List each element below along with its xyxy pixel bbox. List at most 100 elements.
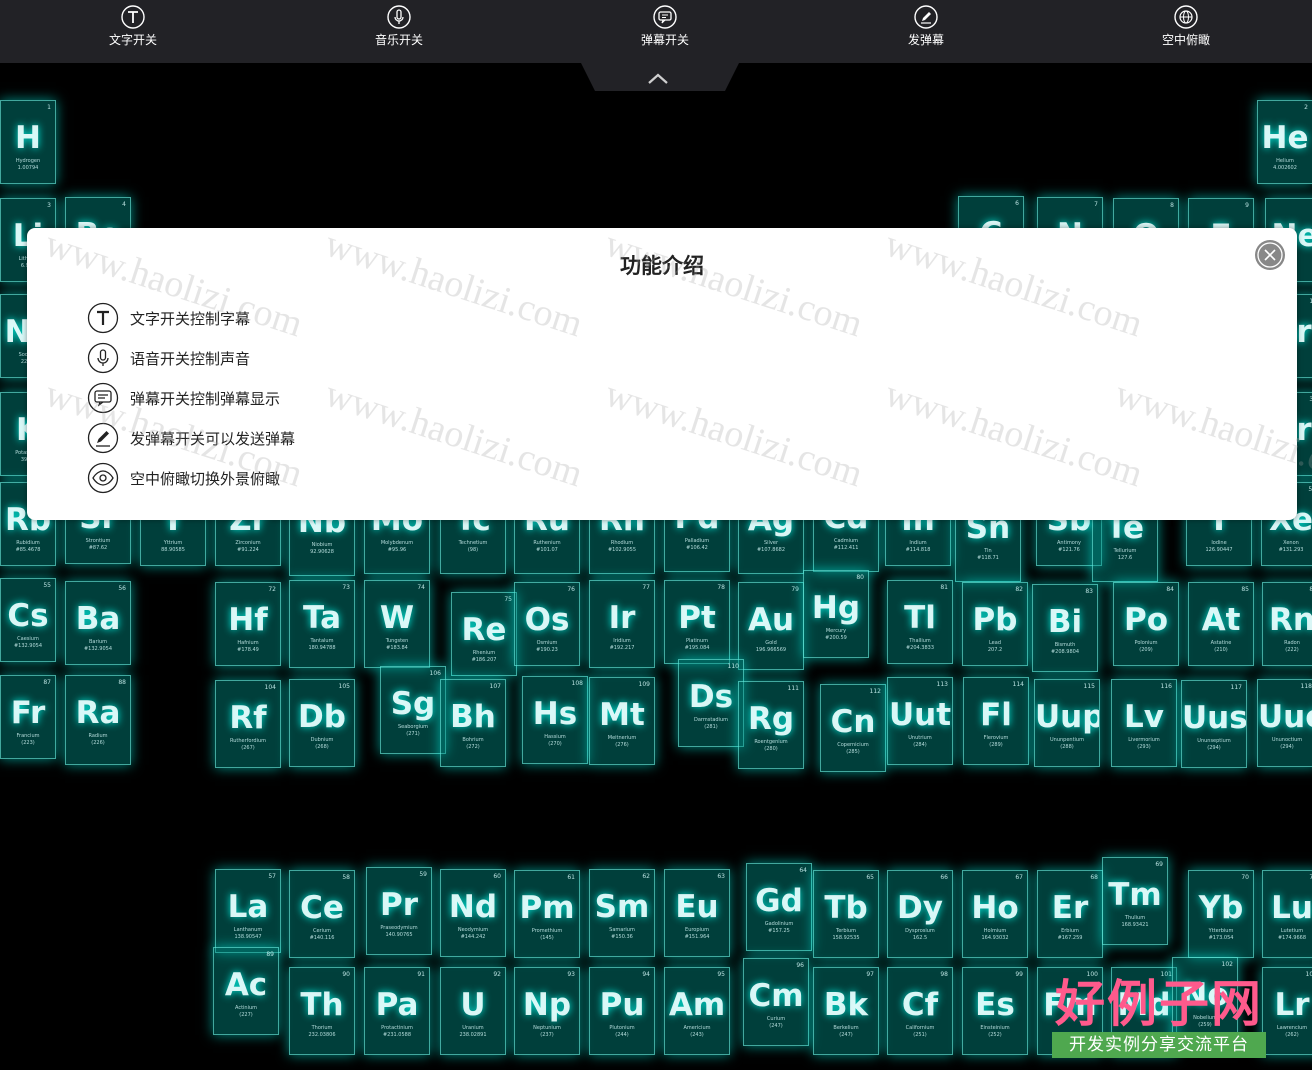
element-tile[interactable]: 86RnRadon(222) (1262, 582, 1312, 666)
element-name: Americium (683, 1025, 711, 1031)
element-tile[interactable]: 97 Bk Berkelium (247) (813, 967, 879, 1055)
element-tile[interactable]: 93 Np Neptunium (237) (514, 967, 580, 1055)
element-tile[interactable]: 108 Hs Hassium (270) (522, 676, 588, 764)
element-tile[interactable]: 84 Po Polonium (209) (1113, 582, 1179, 666)
element-name: Technetium (458, 540, 488, 546)
element-weight: (267) (241, 745, 255, 751)
element-tile[interactable]: 98 Cf Californium (251) (887, 967, 953, 1055)
element-tile[interactable]: 103 Lr Lawrencium(262) (1262, 967, 1312, 1055)
element-tile[interactable]: 76 Os Osmium #190.23 (514, 582, 580, 666)
element-tile[interactable]: 55 Cs Caesium #132.9054 (0, 578, 56, 662)
element-tile[interactable]: 106 Sg Seaborgium (271) (380, 666, 446, 754)
element-tile[interactable]: 69 Tm Thulium 168.93421 (1102, 857, 1168, 945)
danmaku-toggle-button[interactable]: 弹幕开关 (620, 4, 710, 48)
element-tile[interactable]: 64 Gd Gadolinium #157.25 (746, 863, 812, 951)
element-tile[interactable]: 73 Ta Tantalum 180.94788 (289, 580, 355, 668)
element-tile[interactable]: 1 H Hydrogen 1.00794 (0, 100, 56, 184)
element-tile[interactable]: 94 Pu Plutonium (244) (589, 967, 655, 1055)
aerial-view-button[interactable]: 空中俯瞰 (1141, 4, 1231, 48)
element-tile[interactable]: 77 Ir Iridium #192.217 (589, 580, 655, 668)
element-name: Seaborgium (397, 724, 429, 730)
element-weight: (237) (540, 1032, 554, 1038)
element-weight: (209) (1139, 647, 1153, 653)
element-tile[interactable]: 117 Uus Ununseptium (294) (1181, 680, 1247, 768)
element-tile[interactable]: 90 Th Thorium 232.03806 (289, 967, 355, 1055)
element-number: 96 (796, 962, 804, 969)
feature-text: 语音开关控制声音 (130, 349, 251, 368)
element-tile[interactable]: 95 Am Americium (243) (664, 967, 730, 1055)
pencil-icon (914, 5, 938, 29)
element-tile[interactable]: 111 Rg Roentgenium (280) (738, 681, 804, 769)
element-tile[interactable]: 75 Re Rhenium #186.207 (451, 592, 517, 676)
element-name: Iodine (1211, 540, 1227, 546)
element-tile[interactable]: 60 Nd Neodymium #144.242 (440, 869, 506, 957)
element-number: 83 (1085, 588, 1093, 595)
element-symbol: Uut (888, 697, 952, 733)
element-tile[interactable]: 65 Tb Terbium 158.92535 (813, 870, 879, 958)
element-symbol: Am (668, 987, 726, 1023)
element-tile[interactable]: 68 Er Erbium #167.259 (1037, 870, 1103, 958)
element-tile[interactable]: 107 Bh Bohrium (272) (440, 679, 506, 767)
element-weight: 180.94788 (308, 645, 336, 651)
element-name: Lawrencium (1276, 1025, 1308, 1031)
close-button[interactable] (1255, 240, 1285, 270)
element-tile[interactable]: 104 Rf Rutherfordium (267) (215, 680, 281, 768)
element-tile[interactable]: 88 Ra Radium (226) (65, 675, 131, 765)
element-tile[interactable]: 59 Pr Praseodymium 140.90765 (366, 867, 432, 955)
element-tile[interactable]: 79 Au Gold 196.966569 (738, 582, 804, 670)
element-tile[interactable]: 96 Cm Curium (247) (743, 958, 809, 1046)
element-name: Einsteinium (980, 1025, 1010, 1031)
element-tile[interactable]: 89 Ac Actinium (227) (213, 947, 279, 1035)
element-weight: (243) (690, 1032, 704, 1038)
send-danmaku-button[interactable]: 发弹幕 (881, 4, 971, 48)
element-tile[interactable]: 85 At Astatine (210) (1188, 582, 1254, 666)
element-tile[interactable]: 72 Hf Hafnium #178.49 (215, 582, 281, 666)
danmaku-toggle-label: 弹幕开关 (640, 33, 689, 47)
element-tile[interactable]: 116 Lv Livermorium (293) (1111, 679, 1177, 767)
element-number: 79 (791, 586, 799, 593)
element-tile[interactable]: 87 Fr Francium (223) (0, 675, 56, 759)
element-tile[interactable]: 62 Sm Samarium #150.36 (589, 869, 655, 957)
element-number: 81 (940, 584, 948, 591)
element-symbol: Lv (1124, 699, 1164, 735)
element-tile[interactable]: 58 Ce Cerium #140.116 (289, 870, 355, 958)
element-tile[interactable]: 80 Hg Mercury #200.59 (803, 570, 869, 658)
element-tile[interactable]: 61 Pm Promethium (145) (514, 870, 580, 958)
element-tile[interactable]: 67 Ho Holmium 164.93032 (962, 870, 1028, 958)
element-tile[interactable]: 83 Bi Bismuth #208.9804 (1032, 584, 1098, 672)
element-tile[interactable]: 110 Ds Darmstadium (281) (678, 659, 744, 747)
music-toggle-button[interactable]: 音乐开关 (354, 4, 444, 48)
element-tile[interactable]: 99 Es Einsteinium (252) (962, 967, 1028, 1055)
eye-icon (87, 462, 119, 494)
element-name: Helium (1276, 158, 1294, 164)
text-toggle-button[interactable]: 文字开关 (88, 4, 178, 48)
element-tile[interactable]: 92 U Uranium 238.02891 (440, 967, 506, 1055)
logo-tagline: 开发实例分享交流平台 (1052, 1032, 1266, 1058)
element-symbol: Rn (1269, 602, 1312, 638)
element-tile[interactable]: 70 Yb Ytterbium #173.054 (1188, 870, 1254, 958)
element-tile[interactable]: 105 Db Dubnium (268) (289, 679, 355, 767)
element-tile[interactable]: 82 Pb Lead 207.2 (962, 582, 1028, 666)
element-tile[interactable]: 71LuLutetium#174.9668 (1262, 870, 1312, 958)
element-symbol: Ds (688, 679, 734, 715)
element-tile[interactable]: 114 Fl Flerovium (289) (963, 677, 1029, 765)
element-tile[interactable]: 63 Eu Europium #151.964 (664, 869, 730, 957)
element-tile[interactable]: 57 La Lanthanum 138.90547 (215, 869, 281, 953)
element-tile[interactable]: 66 Dy Dysprosium 162.5 (887, 870, 953, 958)
element-number: 113 (936, 681, 948, 688)
element-tile[interactable]: 74 W Tungsten #183.84 (364, 580, 430, 668)
element-tile[interactable]: 56 Ba Barium #132.9054 (65, 581, 131, 665)
element-tile[interactable]: 118 Uuo Ununoctium(294) (1257, 679, 1312, 767)
element-tile[interactable]: 81 Tl Thallium #204.3833 (887, 580, 953, 664)
collapse-toolbar-button[interactable] (581, 63, 739, 91)
element-tile[interactable]: 109 Mt Meitnerium (276) (589, 677, 655, 765)
element-tile[interactable]: 113 Uut Unutrium (284) (887, 677, 953, 765)
element-tile[interactable]: 78 Pt Platinum #195.084 (664, 580, 730, 664)
element-name: Lanthanum (233, 927, 263, 933)
element-name: Osmium (536, 640, 558, 646)
element-tile[interactable]: 91 Pa Protactinium #231.0588 (364, 967, 430, 1055)
element-tile[interactable]: 112 Cn Copernicium (285) (820, 684, 886, 772)
element-tile[interactable]: 115 Uup Ununpentium (288) (1034, 679, 1100, 767)
element-tile[interactable]: 2 He Helium 4.002602 (1257, 100, 1312, 184)
element-number: 84 (1166, 586, 1174, 593)
